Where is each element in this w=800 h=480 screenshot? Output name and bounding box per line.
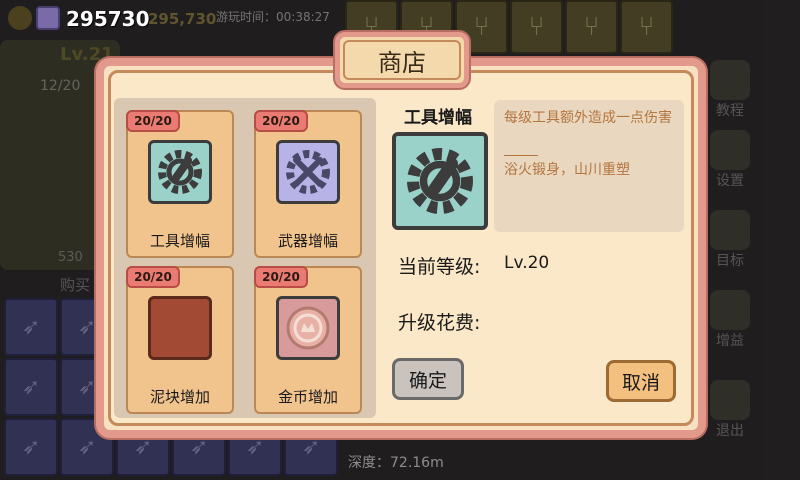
item-level-badge: 20/20: [126, 266, 180, 288]
gold-count: 295,730: [148, 10, 217, 28]
top-hud: 295730 295,730 游玩时间：00:38:27: [0, 0, 800, 36]
cancel-button[interactable]: 取消: [606, 360, 676, 402]
mud-block-icon: [148, 296, 212, 360]
item-label: 工具增幅: [149, 232, 210, 250]
detail-title: 工具增幅: [404, 108, 472, 128]
description-text: 每级工具额外造成一点伤害: [504, 110, 672, 126]
upgrade-item-mud[interactable]: 20/20 泥块增加: [126, 266, 234, 414]
shop-title-tab: 商店: [335, 32, 469, 88]
item-level-badge: 20/20: [254, 266, 308, 288]
level-label: 当前等级:: [398, 256, 481, 278]
item-label: 金币增加: [277, 388, 338, 406]
item-label: 泥块增加: [149, 388, 210, 406]
description-quote: 浴火锻身，山川重塑: [504, 162, 630, 178]
description-box: 每级工具额外造成一点伤害 浴火锻身，山川重塑: [494, 100, 684, 232]
item-level-badge: 20/20: [126, 110, 180, 132]
gold-coin-icon: [276, 296, 340, 360]
level-value: Lv.20: [504, 253, 550, 273]
tool-gear-icon: [148, 140, 212, 204]
playtime: 游玩时间：00:38:27: [216, 10, 330, 24]
upgrade-list: 20/20 工具增幅 20/20 武器增幅 20/20 泥块增加 20/20 金…: [114, 98, 376, 418]
cost-label: 升级花费:: [398, 312, 481, 334]
description-divider: [504, 155, 538, 156]
coin-count: 295730: [66, 7, 150, 31]
confirm-button[interactable]: 确定: [392, 358, 464, 400]
upgrade-item-coin[interactable]: 20/20 金币增加: [254, 266, 362, 414]
item-level-badge: 20/20: [254, 110, 308, 132]
depth-readout: 深度：72.16m: [348, 455, 444, 471]
upgrade-item-weapon[interactable]: 20/20 武器增幅: [254, 110, 362, 258]
weapon-gear-icon: [276, 140, 340, 204]
gem-icon: [36, 6, 60, 30]
shop-title: 商店: [378, 48, 426, 77]
gold-icon: [8, 6, 32, 30]
item-label: 武器增幅: [277, 232, 338, 250]
tool-gear-icon: [392, 132, 488, 230]
upgrade-item-tool[interactable]: 20/20 工具增幅: [126, 110, 234, 258]
